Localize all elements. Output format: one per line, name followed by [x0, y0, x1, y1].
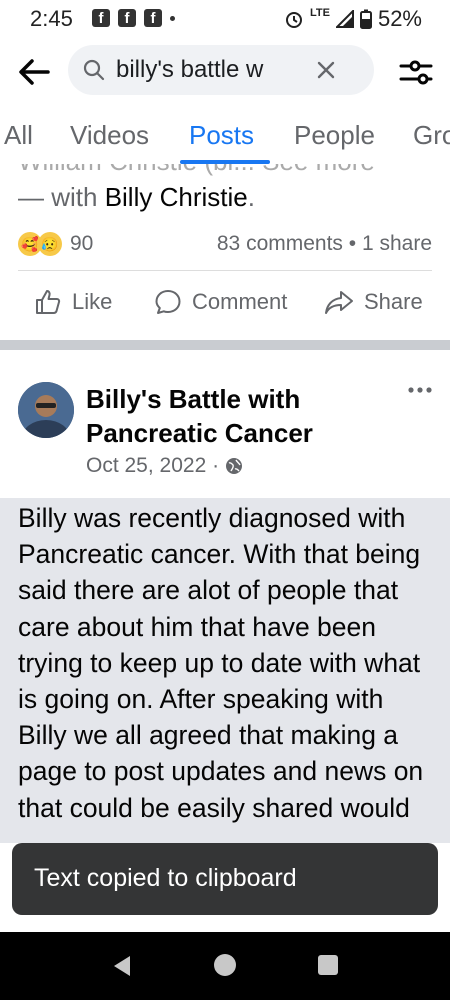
alarm-icon [285, 12, 302, 28]
page-name-link[interactable]: Billy's Battle with Pancreatic Cancer [86, 382, 356, 450]
thumbs-up-icon [36, 290, 61, 314]
tab-posts[interactable]: Posts [189, 120, 254, 151]
globe-icon [226, 458, 243, 474]
post-date-text: Oct 25, 2022 · [86, 454, 220, 477]
comment-label: Comment [192, 289, 288, 314]
nav-home-icon[interactable] [214, 954, 236, 976]
tagged-person-link[interactable]: Billy Christie [105, 182, 248, 212]
with-suffix: . [247, 182, 255, 212]
more-notifications-icon [170, 15, 175, 21]
sad-reaction-icon: 😥 [38, 232, 62, 256]
reaction-count: 90 [70, 232, 94, 255]
status-time: 2:45 [30, 6, 73, 31]
facebook-notification-icon: f [118, 9, 136, 27]
comment-button[interactable]: Comment [154, 288, 287, 316]
filter-icon[interactable] [396, 52, 436, 92]
facebook-notification-icon: f [92, 9, 110, 27]
status-bar: 2:45 f f f LTE 52% [0, 0, 450, 40]
page-avatar[interactable] [18, 382, 74, 438]
toast-message: Text copied to clipboard [34, 864, 297, 892]
battery-icon [359, 9, 372, 29]
post-text[interactable]: Billy was recently diagnosed with Pancre… [18, 500, 438, 826]
toast-notification: Text copied to clipboard [12, 843, 438, 915]
network-type: LTE [309, 7, 330, 19]
post-header: Billy's Battle with Pancreatic Cancer Oc… [0, 350, 450, 498]
comments-shares-count[interactable]: 83 comments • 1 share [217, 232, 432, 256]
previous-post: William Christie (bi... See more — with … [0, 164, 450, 340]
facebook-notification-icon: f [144, 9, 162, 27]
more-options-icon[interactable] [406, 380, 434, 400]
signal-icon [335, 10, 354, 28]
like-label: Like [72, 289, 113, 314]
post-body-selected[interactable]: Billy was recently diagnosed with Pancre… [0, 498, 450, 843]
nav-recents-icon[interactable] [318, 955, 338, 975]
tab-groups[interactable]: Gro [413, 120, 450, 151]
clear-search-icon[interactable] [314, 58, 338, 82]
share-label: Share [364, 289, 423, 314]
search-query[interactable]: billy's battle w [116, 56, 306, 84]
tab-people[interactable]: People [294, 120, 375, 151]
tab-videos[interactable]: Videos [70, 120, 149, 151]
divider [18, 270, 432, 271]
share-arrow-icon [325, 291, 353, 314]
share-button[interactable]: Share [324, 288, 423, 316]
search-input[interactable]: billy's battle w [68, 45, 374, 95]
post-timestamp[interactable]: Oct 25, 2022 · [86, 454, 243, 478]
back-arrow-icon[interactable] [14, 52, 54, 92]
battery-level: 52% [377, 6, 422, 31]
search-header: billy's battle w [0, 40, 450, 102]
search-tabs: All Videos Posts People Gro [0, 102, 450, 164]
status-right: LTE 52% [284, 6, 422, 32]
notification-icons: f f f [92, 9, 175, 27]
search-icon [83, 59, 105, 81]
truncated-post-text[interactable]: William Christie (bi... See more [18, 164, 375, 177]
nav-back-icon[interactable] [110, 954, 134, 978]
tagged-with-line: — with Billy Christie. [18, 182, 255, 213]
reaction-summary[interactable]: 🥰 😥 90 [18, 232, 93, 256]
profile-photo-icon [18, 382, 74, 438]
like-button[interactable]: Like [34, 288, 112, 316]
feed-separator [0, 340, 450, 350]
tab-all[interactable]: All [4, 120, 33, 151]
with-prefix: — with [18, 182, 105, 212]
system-nav-bar [0, 932, 450, 1000]
comment-bubble-icon [155, 290, 181, 314]
